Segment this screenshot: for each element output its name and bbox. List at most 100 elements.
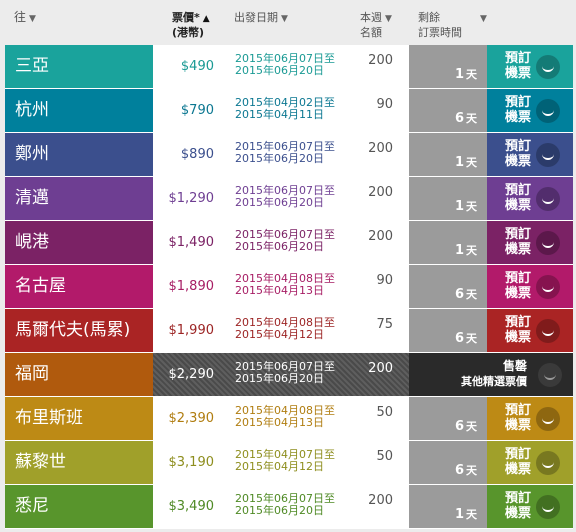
sold-out-panel[interactable]: 售罄 其他精選票價 [409, 353, 573, 396]
destination-name[interactable]: 峴港 [5, 221, 153, 264]
day-unit: 天 [466, 288, 477, 301]
sort-remaining[interactable]: 剩餘 ▼ 訂票時間 [418, 11, 487, 39]
day-unit: 天 [466, 464, 477, 477]
fare-details: $2,290 2015年06月07日至 2015年06月20日 200 [153, 353, 409, 396]
book-label-line1: 預訂 [504, 139, 531, 154]
destination-name[interactable]: 名古屋 [5, 265, 153, 308]
sort-price[interactable]: 票價* ▲ (港幣) [172, 11, 210, 39]
book-button[interactable]: 預訂 機票 [487, 397, 573, 440]
travel-dates: 2015年06月07日至 2015年06月20日 [235, 53, 335, 77]
book-label: 預訂 機票 [501, 227, 535, 257]
remaining-header-2: 訂票時間 [418, 26, 462, 39]
fare-row: 三亞 $490 2015年06月07日至 2015年06月20日 200 1天 … [5, 45, 573, 89]
fare-details: $1,890 2015年04月08日至 2015年04月13日 90 [153, 265, 409, 308]
book-button[interactable]: 預訂 機票 [487, 45, 573, 88]
destination-name[interactable]: 馬爾代夫(馬累) [5, 309, 153, 352]
fare-row: 福岡 $2,290 2015年06月07日至 2015年06月20日 200 售… [5, 353, 573, 397]
remaining-time: 1天 [409, 45, 487, 88]
sort-date[interactable]: 出發日期 ▼ [234, 11, 288, 26]
fare-details: $1,490 2015年06月07日至 2015年06月20日 200 [153, 221, 409, 264]
date-end: 2015年06月20日 [235, 64, 324, 77]
fare-details: $1,990 2015年04月08日至 2015年04月12日 75 [153, 309, 409, 352]
book-label-line2: 機票 [504, 286, 531, 301]
days-number: 6 [454, 331, 464, 346]
travel-dates: 2015年04月08日至 2015年04月13日 [235, 405, 335, 429]
book-button[interactable]: 預訂 機票 [487, 441, 573, 484]
book-label-line1: 預訂 [504, 491, 531, 506]
book-label-line2: 機票 [504, 110, 531, 125]
other-fares-link[interactable]: 其他精選票價 [461, 374, 527, 389]
days-remaining: 1天 [455, 154, 477, 170]
destination-name[interactable]: 福岡 [5, 353, 153, 396]
weekly-quota: 90 [376, 273, 393, 288]
sort-quota[interactable]: 本週 ▼ 名額 [360, 11, 392, 39]
travel-dates: 2015年06月07日至 2015年06月20日 [235, 229, 335, 253]
book-button[interactable]: 預訂 機票 [487, 221, 573, 264]
fare-details: $3,190 2015年04月07日至 2015年04月12日 50 [153, 441, 409, 484]
book-button[interactable]: 預訂 機票 [487, 133, 573, 176]
book-button[interactable]: 預訂 機票 [487, 485, 573, 528]
travel-dates: 2015年06月07日至 2015年06月20日 [235, 185, 335, 209]
book-label: 預訂 機票 [501, 491, 535, 521]
date-end: 2015年06月20日 [235, 196, 324, 209]
book-label-line1: 預訂 [504, 315, 531, 330]
weekly-quota: 200 [368, 185, 393, 200]
travel-dates: 2015年06月07日至 2015年06月20日 [235, 361, 335, 385]
book-label-line2: 機票 [504, 66, 531, 81]
smile-icon [536, 319, 560, 343]
date-end: 2015年06月20日 [235, 372, 324, 385]
fare-row: 峴港 $1,490 2015年06月07日至 2015年06月20日 200 1… [5, 221, 573, 265]
book-label-line2: 機票 [504, 330, 531, 345]
sold-out-text: 售罄 [502, 359, 527, 373]
destination-name[interactable]: 鄭州 [5, 133, 153, 176]
fare-row: 杭州 $790 2015年04月02日至 2015年04月11日 90 6天 預… [5, 89, 573, 133]
destination-name[interactable]: 布里斯班 [5, 397, 153, 440]
book-button[interactable]: 預訂 機票 [487, 309, 573, 352]
book-button[interactable]: 預訂 機票 [487, 265, 573, 308]
days-remaining: 6天 [455, 462, 477, 478]
smile-icon [536, 187, 560, 211]
smile-icon [536, 495, 560, 519]
destination-name[interactable]: 蘇黎世 [5, 441, 153, 484]
sort-up-icon: ▲ [202, 14, 210, 24]
price-currency: (港幣) [172, 26, 205, 39]
book-label-line2: 機票 [504, 242, 531, 257]
travel-dates: 2015年04月07日至 2015年04月12日 [235, 449, 335, 473]
destination-name[interactable]: 杭州 [5, 89, 153, 132]
sort-down-icon: ▼ [281, 14, 288, 24]
days-remaining: 1天 [455, 506, 477, 522]
fare-details: $890 2015年06月07日至 2015年06月20日 200 [153, 133, 409, 176]
day-unit: 天 [466, 68, 477, 81]
days-remaining: 1天 [455, 66, 477, 82]
book-label-line2: 機票 [504, 418, 531, 433]
days-number: 6 [454, 463, 464, 478]
destination-name[interactable]: 三亞 [5, 45, 153, 88]
book-label: 預訂 機票 [501, 51, 535, 81]
fare-details: $490 2015年06月07日至 2015年06月20日 200 [153, 45, 409, 88]
destination-name[interactable]: 清邁 [5, 177, 153, 220]
date-end: 2015年06月20日 [235, 152, 324, 165]
fare-price: $790 [180, 103, 214, 118]
weekly-quota: 200 [368, 361, 393, 376]
remaining-time: 6天 [409, 89, 487, 132]
date-end: 2015年04月13日 [235, 284, 324, 297]
smile-icon [536, 99, 560, 123]
destination-name[interactable]: 悉尼 [5, 485, 153, 528]
fare-price: $1,490 [168, 235, 215, 250]
book-button[interactable]: 預訂 機票 [487, 89, 573, 132]
travel-dates: 2015年04月08日至 2015年04月12日 [235, 317, 335, 341]
fare-row: 悉尼 $3,490 2015年06月07日至 2015年06月20日 200 1… [5, 485, 573, 529]
price-header: 票價* [172, 11, 200, 24]
sort-destination[interactable]: 往 ▼ [14, 11, 36, 26]
day-unit: 天 [466, 112, 477, 125]
date-end: 2015年04月12日 [235, 460, 324, 473]
book-button[interactable]: 預訂 機票 [487, 177, 573, 220]
destination-header: 往 [14, 10, 27, 24]
days-number: 6 [454, 111, 464, 126]
date-end: 2015年04月13日 [235, 416, 324, 429]
days-remaining: 6天 [455, 330, 477, 346]
fare-details: $790 2015年04月02日至 2015年04月11日 90 [153, 89, 409, 132]
smile-icon [536, 275, 560, 299]
days-remaining: 1天 [455, 198, 477, 214]
book-label-line1: 預訂 [504, 183, 531, 198]
